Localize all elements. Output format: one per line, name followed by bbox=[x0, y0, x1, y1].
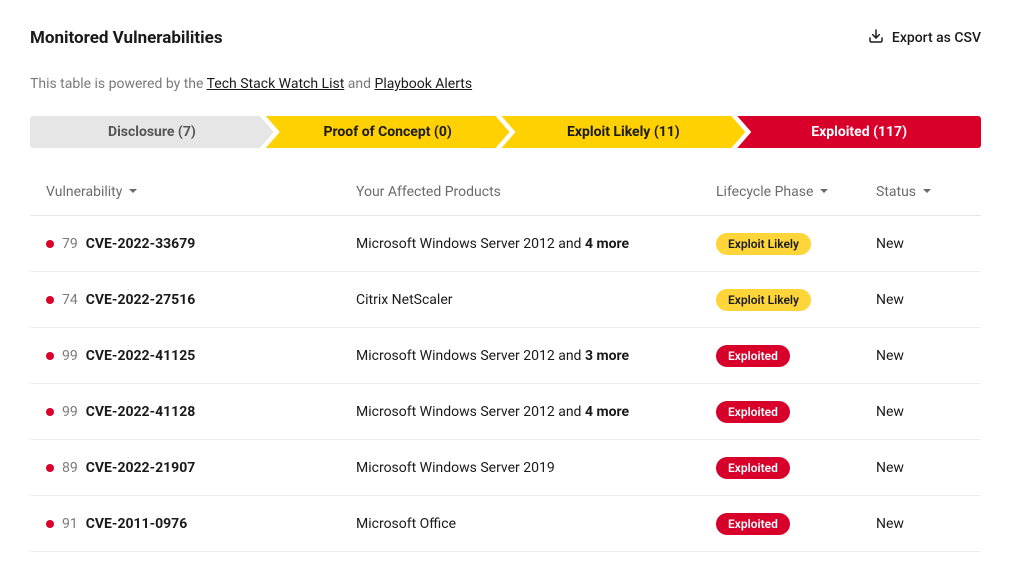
tab-exploit-likely[interactable]: Exploit Likely (11) bbox=[502, 116, 746, 148]
subtext-prefix: This table is powered by the bbox=[30, 76, 207, 92]
column-lifecycle-label: Lifecycle Phase bbox=[716, 184, 813, 200]
column-products-label: Your Affected Products bbox=[356, 184, 501, 200]
chevron-down-icon bbox=[922, 184, 932, 200]
table-row[interactable]: 91 CVE-2011-0976 Microsoft Office Exploited… bbox=[30, 496, 981, 552]
products-cell: Microsoft Windows Server 2012 and 3 more bbox=[356, 348, 716, 364]
product-name: Microsoft Windows Server 2012 and bbox=[356, 404, 585, 420]
subtext-mid: and bbox=[344, 76, 374, 92]
badge-exploit-likely: Exploit Likely bbox=[716, 289, 811, 311]
products-cell: Microsoft Windows Server 2019 bbox=[356, 460, 716, 476]
cve-id[interactable]: CVE-2022-21907 bbox=[86, 460, 196, 476]
severity-dot-icon bbox=[46, 296, 54, 304]
severity-dot-icon bbox=[46, 464, 54, 472]
status-cell: New bbox=[876, 236, 965, 252]
status-cell: New bbox=[876, 460, 965, 476]
risk-score: 99 bbox=[62, 348, 78, 364]
status-cell: New bbox=[876, 292, 965, 308]
cve-id[interactable]: CVE-2011-0976 bbox=[86, 516, 187, 532]
vulnerability-cell: 89 CVE-2022-21907 bbox=[46, 460, 356, 476]
risk-score: 89 bbox=[62, 460, 78, 476]
product-more[interactable]: 4 more bbox=[585, 236, 629, 252]
cve-id[interactable]: CVE-2022-41128 bbox=[86, 404, 196, 420]
column-status-label: Status bbox=[876, 184, 916, 200]
tab-poc-label: Proof of Concept (0) bbox=[323, 124, 451, 140]
table-row[interactable]: 99 CVE-2022-41125 Microsoft Windows Server… bbox=[30, 328, 981, 384]
lifecycle-cell: Exploited bbox=[716, 513, 876, 535]
column-products: Your Affected Products bbox=[356, 184, 716, 200]
product-name: Microsoft Windows Server 2019 bbox=[356, 460, 555, 476]
product-name: Citrix NetScaler bbox=[356, 292, 452, 308]
severity-dot-icon bbox=[46, 240, 54, 248]
table-header: Vulnerability Your Affected Products Lif… bbox=[30, 168, 981, 216]
risk-score: 74 bbox=[62, 292, 78, 308]
vulnerabilities-table: Vulnerability Your Affected Products Lif… bbox=[30, 168, 981, 552]
risk-score: 91 bbox=[62, 516, 78, 532]
product-name: Microsoft Office bbox=[356, 516, 456, 532]
lifecycle-tabs: Disclosure (7) Proof of Concept (0) Expl… bbox=[30, 116, 981, 148]
lifecycle-cell: Exploit Likely bbox=[716, 233, 876, 255]
risk-score: 79 bbox=[62, 236, 78, 252]
cve-id[interactable]: CVE-2022-33679 bbox=[86, 236, 196, 252]
chevron-down-icon bbox=[819, 184, 829, 200]
column-vulnerability[interactable]: Vulnerability bbox=[46, 184, 356, 200]
download-icon bbox=[868, 28, 884, 48]
table-row[interactable]: 74 CVE-2022-27516 Citrix NetScaler Exploit … bbox=[30, 272, 981, 328]
vulnerability-cell: 79 CVE-2022-33679 bbox=[46, 236, 356, 252]
severity-dot-icon bbox=[46, 520, 54, 528]
table-row[interactable]: 89 CVE-2022-21907 Microsoft Windows Server… bbox=[30, 440, 981, 496]
product-more[interactable]: 3 more bbox=[585, 348, 629, 364]
page-title: Monitored Vulnerabilities bbox=[30, 28, 223, 48]
risk-score: 99 bbox=[62, 404, 78, 420]
products-cell: Microsoft Windows Server 2012 and 4 more bbox=[356, 236, 716, 252]
tab-exploited-label: Exploited (117) bbox=[811, 124, 907, 140]
tech-stack-link[interactable]: Tech Stack Watch List bbox=[207, 76, 345, 92]
cve-id[interactable]: CVE-2022-41125 bbox=[86, 348, 196, 364]
tab-proof-of-concept[interactable]: Proof of Concept (0) bbox=[266, 116, 510, 148]
product-name: Microsoft Windows Server 2012 and bbox=[356, 348, 585, 364]
products-cell: Microsoft Windows Server 2012 and 4 more bbox=[356, 404, 716, 420]
export-csv-button[interactable]: Export as CSV bbox=[868, 28, 981, 48]
severity-dot-icon bbox=[46, 352, 54, 360]
tab-likely-label: Exploit Likely (11) bbox=[567, 124, 680, 140]
badge-exploited: Exploited bbox=[716, 345, 790, 367]
badge-exploited: Exploited bbox=[716, 457, 790, 479]
tab-disclosure[interactable]: Disclosure (7) bbox=[30, 116, 274, 148]
page-header: Monitored Vulnerabilities Export as CSV bbox=[30, 28, 981, 48]
lifecycle-cell: Exploited bbox=[716, 457, 876, 479]
vulnerability-cell: 74 CVE-2022-27516 bbox=[46, 292, 356, 308]
badge-exploit-likely: Exploit Likely bbox=[716, 233, 811, 255]
subtext: This table is powered by the Tech Stack … bbox=[30, 76, 981, 92]
badge-exploited: Exploited bbox=[716, 513, 790, 535]
vulnerability-cell: 99 CVE-2022-41125 bbox=[46, 348, 356, 364]
badge-exploited: Exploited bbox=[716, 401, 790, 423]
products-cell: Microsoft Office bbox=[356, 516, 716, 532]
playbook-alerts-link[interactable]: Playbook Alerts bbox=[374, 76, 472, 92]
export-label: Export as CSV bbox=[892, 30, 981, 46]
chevron-down-icon bbox=[128, 184, 138, 200]
products-cell: Citrix NetScaler bbox=[356, 292, 716, 308]
lifecycle-cell: Exploit Likely bbox=[716, 289, 876, 311]
status-cell: New bbox=[876, 348, 965, 364]
vulnerability-cell: 91 CVE-2011-0976 bbox=[46, 516, 356, 532]
table-row[interactable]: 79 CVE-2022-33679 Microsoft Windows Server… bbox=[30, 216, 981, 272]
column-lifecycle[interactable]: Lifecycle Phase bbox=[716, 184, 876, 200]
lifecycle-cell: Exploited bbox=[716, 401, 876, 423]
column-vulnerability-label: Vulnerability bbox=[46, 184, 122, 200]
product-more[interactable]: 4 more bbox=[585, 404, 629, 420]
table-body: 79 CVE-2022-33679 Microsoft Windows Server… bbox=[30, 216, 981, 552]
product-name: Microsoft Windows Server 2012 and bbox=[356, 236, 585, 252]
severity-dot-icon bbox=[46, 408, 54, 416]
table-row[interactable]: 99 CVE-2022-41128 Microsoft Windows Server… bbox=[30, 384, 981, 440]
vulnerability-cell: 99 CVE-2022-41128 bbox=[46, 404, 356, 420]
column-status[interactable]: Status bbox=[876, 184, 965, 200]
tab-exploited[interactable]: Exploited (117) bbox=[737, 116, 981, 148]
status-cell: New bbox=[876, 516, 965, 532]
status-cell: New bbox=[876, 404, 965, 420]
lifecycle-cell: Exploited bbox=[716, 345, 876, 367]
cve-id[interactable]: CVE-2022-27516 bbox=[86, 292, 196, 308]
tab-disclosure-label: Disclosure (7) bbox=[108, 124, 196, 140]
